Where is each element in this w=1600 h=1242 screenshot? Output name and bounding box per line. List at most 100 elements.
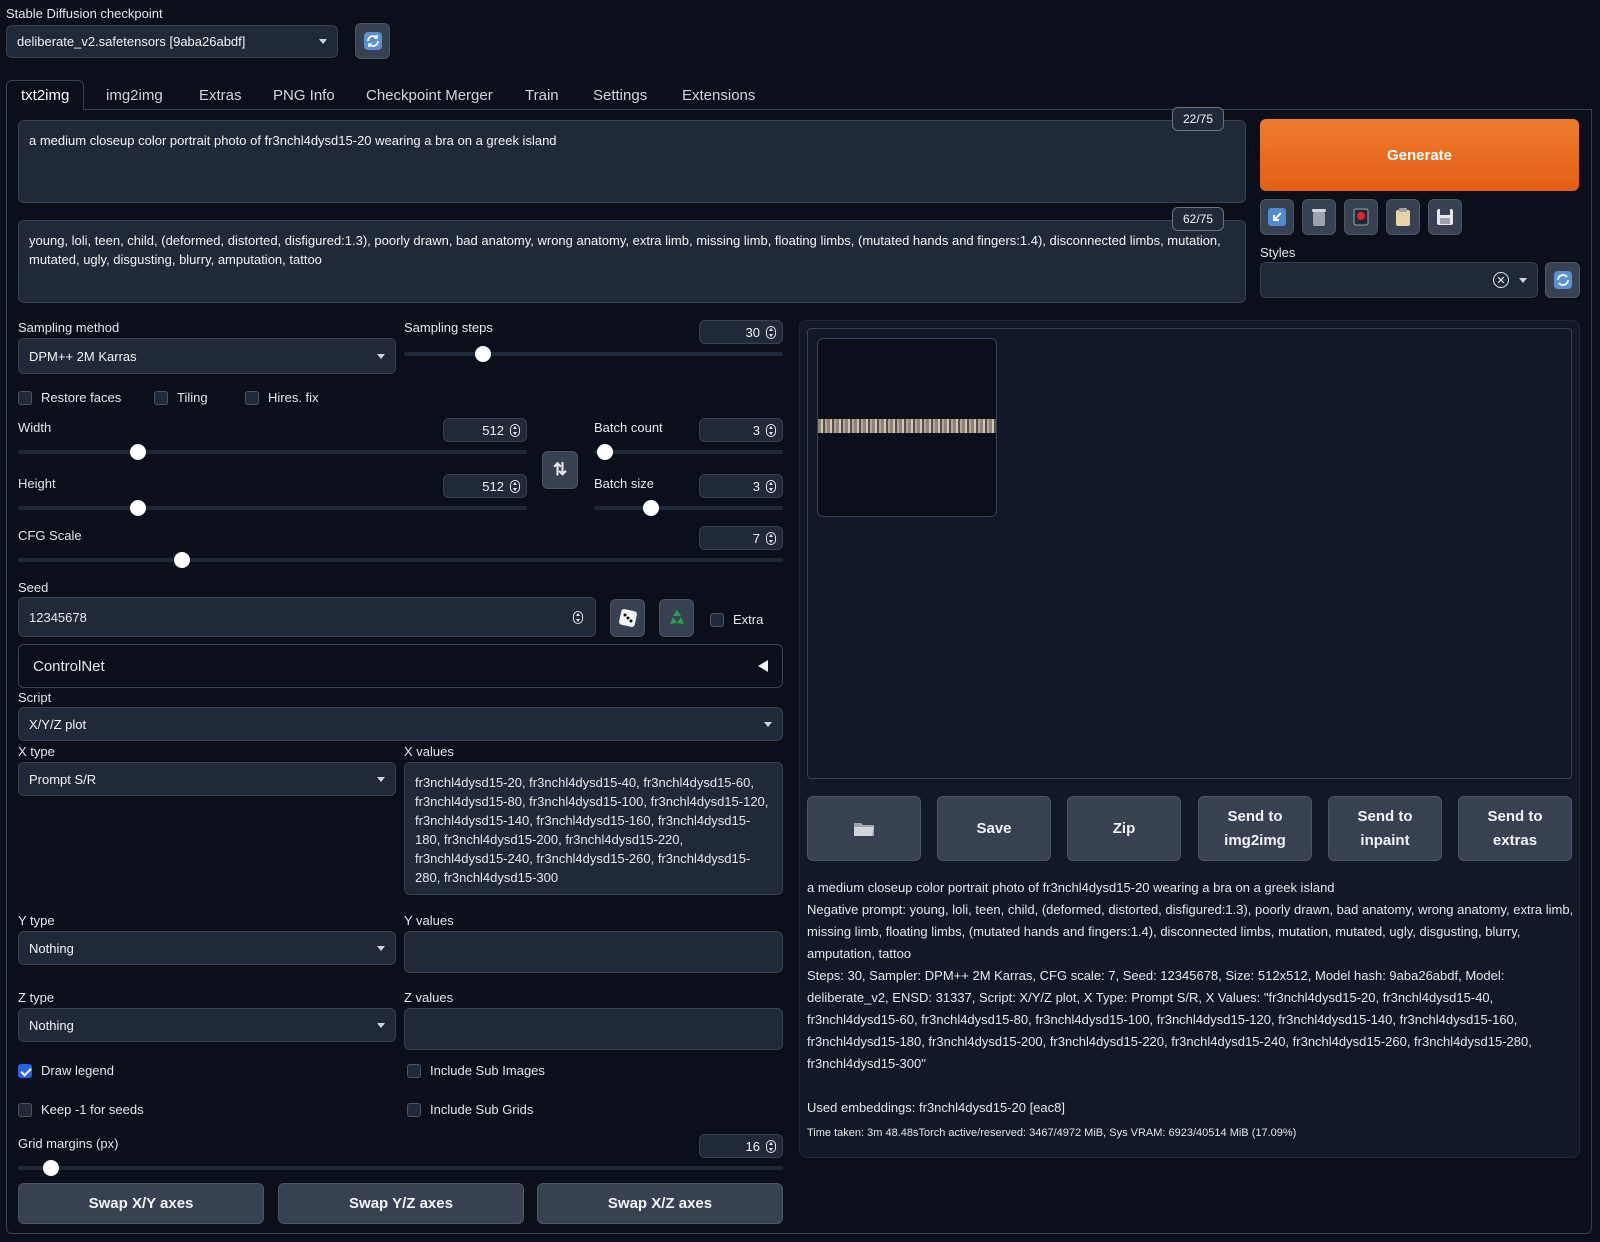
height-input[interactable]: 512 (443, 474, 527, 498)
generate-button[interactable]: Generate (1260, 119, 1579, 191)
used-embeddings: Used embeddings: fr3nchl4dysd15-20 [eac8… (807, 1100, 1065, 1115)
cfg-scale-slider[interactable] (18, 552, 783, 568)
extra-seed-checkbox[interactable]: Extra (710, 612, 763, 627)
stepper-icon[interactable] (766, 1140, 776, 1153)
zip-button[interactable]: Zip (1067, 796, 1181, 861)
send-to-extras-button[interactable]: Send to extras (1458, 796, 1572, 861)
save-style-button[interactable] (1428, 199, 1462, 235)
checkpoint-value: deliberate_v2.safetensors [9aba26abdf] (17, 34, 246, 49)
send-to-img2img-button[interactable]: Send to img2img (1198, 796, 1312, 861)
grid-margins-input[interactable]: 16 (699, 1134, 783, 1158)
chevron-down-icon (1519, 277, 1527, 283)
checkpoint-dropdown[interactable]: deliberate_v2.safetensors [9aba26abdf] (6, 25, 338, 58)
z-values-input[interactable] (404, 1008, 783, 1050)
slider-handle[interactable] (597, 444, 613, 460)
batch-count-slider[interactable] (594, 444, 783, 460)
reuse-seed-button[interactable] (659, 599, 694, 637)
z-values-label: Z values (404, 990, 454, 1005)
save-button[interactable]: Save (937, 796, 1051, 861)
tab-train[interactable]: Train (511, 80, 573, 110)
tab-extras[interactable]: Extras (185, 80, 256, 110)
tab-extensions[interactable]: Extensions (668, 80, 769, 110)
width-slider[interactable] (18, 444, 527, 460)
read-params-button[interactable] (1260, 199, 1294, 235)
cfg-scale-label: CFG Scale (18, 528, 82, 543)
hires-fix-checkbox[interactable]: Hires. fix (245, 390, 319, 405)
seed-input[interactable]: 12345678 (18, 597, 596, 637)
tab-settings[interactable]: Settings (579, 80, 661, 110)
stepper-icon[interactable] (510, 480, 520, 493)
tab-txt2img[interactable]: txt2img (6, 80, 85, 110)
slider-handle[interactable] (130, 500, 146, 516)
slider-handle[interactable] (130, 444, 146, 460)
sampling-method-label: Sampling method (18, 320, 120, 335)
swap-dimensions-button[interactable]: ⇅ (542, 451, 578, 489)
slider-handle[interactable] (643, 500, 659, 516)
recycle-icon (669, 610, 684, 624)
stepper-icon[interactable] (766, 424, 776, 437)
slider-handle[interactable] (475, 346, 491, 362)
send-to-inpaint-button[interactable]: Send to inpaint (1328, 796, 1442, 861)
z-type-label: Z type (18, 990, 55, 1005)
cfg-scale-input[interactable]: 7 (699, 526, 783, 550)
x-values-label: X values (404, 744, 454, 759)
random-seed-button[interactable] (610, 599, 645, 637)
swap-xy-button[interactable]: Swap X/Y axes (18, 1183, 264, 1224)
output-thumbnail[interactable] (817, 338, 997, 517)
dice-icon (618, 609, 637, 627)
clipboard-icon (1396, 208, 1410, 226)
swap-yz-button[interactable]: Swap Y/Z axes (278, 1183, 524, 1224)
width-input[interactable]: 512 (443, 418, 527, 442)
controlnet-accordion[interactable]: ControlNet (18, 644, 783, 688)
swap-arrows-icon: ⇅ (552, 460, 568, 479)
include-sub-images-checkbox[interactable]: Include Sub Images (407, 1063, 545, 1078)
open-folder-button[interactable] (807, 796, 921, 861)
negative-prompt-textarea[interactable]: young, loli, teen, child, (deformed, dis… (18, 220, 1246, 303)
swap-xz-button[interactable]: Swap X/Z axes (537, 1183, 783, 1224)
refresh-checkpoint-button[interactable] (355, 23, 390, 59)
chevron-down-icon (377, 353, 385, 359)
batch-count-input[interactable]: 3 (699, 418, 783, 442)
tab-checkpoint-merger[interactable]: Checkpoint Merger (352, 80, 507, 110)
x-values-textarea[interactable]: fr3nchl4dysd15-20, fr3nchl4dysd15-40, fr… (404, 762, 783, 895)
x-type-dropdown[interactable]: Prompt S/R (18, 762, 396, 796)
include-sub-grids-checkbox[interactable]: Include Sub Grids (407, 1102, 533, 1117)
y-type-dropdown[interactable]: Nothing (18, 931, 396, 965)
stepper-icon[interactable] (766, 326, 776, 339)
prompt-textarea[interactable]: a medium closeup color portrait photo of… (18, 120, 1246, 203)
batch-size-input[interactable]: 3 (699, 474, 783, 498)
sampling-method-dropdown[interactable]: DPM++ 2M Karras (18, 338, 396, 374)
clear-prompt-button[interactable] (1302, 199, 1336, 235)
slider-handle[interactable] (174, 552, 190, 568)
sampling-steps-input[interactable]: 30 (699, 320, 783, 344)
y-values-input[interactable] (404, 931, 783, 973)
negative-prompt-token-counter: 62/75 (1172, 207, 1225, 231)
grid-margins-slider[interactable] (18, 1160, 783, 1176)
apply-style-button[interactable] (1386, 199, 1420, 235)
refresh-styles-button[interactable] (1545, 262, 1580, 298)
height-label: Height (18, 476, 56, 491)
draw-legend-checkbox[interactable]: Draw legend (18, 1063, 114, 1078)
height-slider[interactable] (18, 500, 527, 516)
chevron-down-icon (377, 776, 385, 782)
stepper-icon[interactable] (766, 532, 776, 545)
extra-networks-button[interactable] (1344, 199, 1378, 235)
z-type-dropdown[interactable]: Nothing (18, 1008, 396, 1042)
card-icon (1353, 208, 1369, 226)
keep-seeds-checkbox[interactable]: Keep -1 for seeds (18, 1102, 144, 1117)
script-dropdown[interactable]: X/Y/Z plot (18, 707, 783, 741)
clear-icon[interactable]: ✕ (1493, 272, 1509, 288)
stepper-icon[interactable] (766, 480, 776, 493)
tiling-checkbox[interactable]: Tiling (154, 390, 208, 405)
stepper-icon[interactable] (510, 424, 520, 437)
refresh-icon (363, 32, 382, 50)
styles-dropdown[interactable]: ✕ (1260, 262, 1538, 298)
sampling-steps-slider[interactable] (404, 346, 783, 362)
tab-img2img[interactable]: img2img (92, 80, 177, 110)
slider-handle[interactable] (43, 1160, 59, 1176)
stepper-icon[interactable] (573, 611, 583, 624)
restore-faces-checkbox[interactable]: Restore faces (18, 390, 121, 405)
batch-size-slider[interactable] (594, 500, 783, 516)
chevron-down-icon (319, 39, 327, 44)
tab-png-info[interactable]: PNG Info (259, 80, 349, 110)
